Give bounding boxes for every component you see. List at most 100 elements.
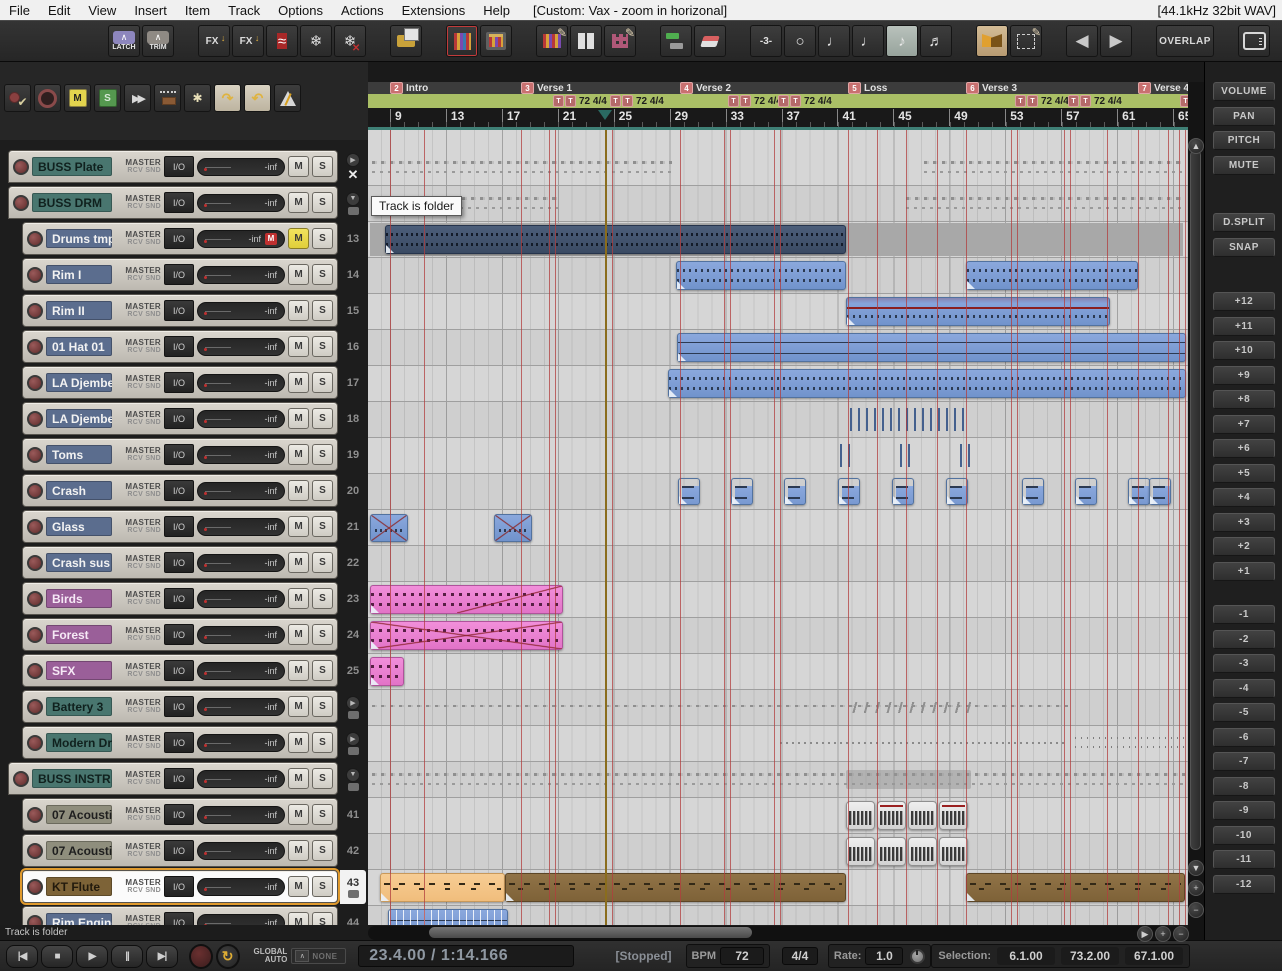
media-item[interactable] (370, 514, 408, 542)
tempo-marker[interactable]: TT72 4/4 (728, 95, 782, 107)
mute-button[interactable]: M (288, 840, 309, 861)
track-name[interactable]: Modern Drums (46, 733, 112, 752)
panel-button-d-split[interactable]: D.SPLIT (1213, 213, 1275, 232)
pitch-button--10[interactable]: -10 (1213, 825, 1275, 845)
pitch-button-+9[interactable]: +9 (1213, 365, 1275, 385)
panel-button-mute[interactable]: MUTE (1213, 155, 1275, 175)
io-button[interactable]: I/O (164, 768, 194, 789)
track-name[interactable]: Rim Engine (46, 913, 112, 925)
volume-fader[interactable]: -inf M (197, 229, 285, 248)
mute-button[interactable]: M (288, 480, 309, 501)
media-item[interactable] (668, 369, 1186, 398)
ruler[interactable]: 9 13 17 21 25 29 33 37 41 45 49 53 57 61 65 (368, 108, 1188, 127)
media-item[interactable] (494, 514, 532, 542)
volume-fader[interactable]: -inf (197, 553, 285, 572)
solo-button[interactable]: S (312, 624, 333, 645)
media-item[interactable] (731, 478, 753, 505)
marker-lane[interactable]: 2 Intro 3 Verse 1 4 Verse 2 5 Loss 6 Verse 3 7 Vers… (368, 82, 1188, 94)
item-overlap-button[interactable] (976, 25, 1008, 57)
record-arm-button[interactable] (27, 266, 43, 283)
media-item[interactable] (846, 769, 971, 790)
region-marker[interactable]: 7 Verse 4 (1138, 82, 1188, 94)
track-name[interactable]: Crash sus (46, 553, 112, 572)
track-row[interactable]: Glass MASTER RCV SND I/O -inf M S (22, 510, 338, 543)
record-arm-button[interactable] (27, 410, 43, 427)
tuplet-button[interactable]: -3- (750, 25, 782, 57)
playback-position-display[interactable]: 23.4.00 / 1:14.166 (358, 945, 574, 967)
media-item[interactable] (1022, 478, 1044, 505)
record-arm-button[interactable] (27, 446, 43, 463)
folder-expanded-icon[interactable] (346, 767, 360, 782)
media-item[interactable] (924, 153, 1182, 182)
io-button[interactable]: I/O (164, 408, 194, 429)
panel-button-pan[interactable]: PAN (1213, 106, 1275, 126)
pitch-button--6[interactable]: -6 (1213, 727, 1275, 747)
mute-button[interactable]: M (288, 156, 309, 177)
ripple-one-button[interactable]: ↷ (214, 84, 241, 112)
screen-button[interactable] (1238, 25, 1270, 57)
record-arm-button[interactable] (13, 158, 29, 175)
track-row[interactable]: Crash MASTER RCV SND I/O -inf M S (22, 474, 338, 507)
mute-button[interactable]: M (288, 876, 309, 897)
pitch-button-+3[interactable]: +3 (1213, 512, 1275, 532)
volume-fader[interactable]: -inf (197, 373, 285, 392)
media-item[interactable] (370, 585, 563, 614)
media-item[interactable] (677, 333, 1186, 362)
folder-collapsed-icon[interactable] (346, 152, 360, 167)
vertical-scrollbar[interactable] (1188, 82, 1204, 940)
volume-fader[interactable]: -inf (197, 913, 285, 925)
io-button[interactable]: I/O (164, 444, 194, 465)
rate-value[interactable]: 1.0 (865, 947, 904, 965)
solo-button[interactable]: S (312, 516, 333, 537)
io-button[interactable]: I/O (164, 336, 194, 357)
track-name[interactable]: Birds (46, 589, 112, 608)
io-button[interactable]: I/O (164, 876, 194, 897)
tempo-marker[interactable]: TT72 4/4 (1068, 95, 1122, 107)
track-name[interactable]: 07 Acoustic Rhythm V (46, 841, 112, 860)
io-button[interactable]: I/O (164, 912, 194, 925)
volume-fader[interactable]: -inf (197, 661, 285, 680)
tempo-marker[interactable]: TT72 4/4 (778, 95, 832, 107)
time-signature[interactable]: 4/4 (782, 947, 818, 965)
track-name[interactable]: BUSS Plate (32, 157, 112, 176)
track-name[interactable]: LA Djembe (46, 409, 112, 428)
media-item[interactable] (966, 873, 1185, 902)
horizontal-scrollbar[interactable] (368, 926, 1188, 940)
mute-button[interactable]: M (288, 444, 309, 465)
io-button[interactable]: I/O (164, 624, 194, 645)
track-row[interactable]: BUSS Plate MASTER RCV SND I/O -inf M S (8, 150, 338, 183)
selection-start[interactable]: 6.1.00 (997, 947, 1055, 965)
vertical-scrollbar-thumb[interactable] (1190, 150, 1201, 850)
rec-circle-button[interactable] (34, 84, 61, 112)
volume-fader[interactable]: -inf (197, 877, 285, 896)
solo-button[interactable]: S (312, 336, 333, 357)
record-arm-button[interactable] (13, 194, 29, 211)
scroll-right-button[interactable]: ▶ (1137, 926, 1153, 942)
track-name[interactable]: LA Djembe (46, 373, 112, 392)
volume-fader[interactable]: -inf (197, 517, 285, 536)
item-stripes-button[interactable] (446, 25, 478, 57)
io-button[interactable]: I/O (164, 660, 194, 681)
media-item[interactable] (678, 478, 700, 505)
pitch-button--11[interactable]: -11 (1213, 850, 1275, 869)
track-row[interactable]: Battery 3 MASTER RCV SND I/O -inf M S (22, 690, 338, 723)
latch-button[interactable]: LATCH (108, 25, 140, 57)
record-arm-button[interactable] (27, 518, 43, 535)
close-icon[interactable] (346, 168, 360, 182)
record-arm-button[interactable] (27, 878, 43, 895)
track-row[interactable]: LA Djembe MASTER RCV SND I/O -inf M S (22, 366, 338, 399)
pitch-button--3[interactable]: -3 (1213, 654, 1275, 673)
menu-edit[interactable]: Edit (39, 3, 79, 18)
io-button[interactable]: I/O (164, 372, 194, 393)
track-row[interactable]: Rim II MASTER RCV SND I/O -inf M S (22, 294, 338, 327)
folder-expanded-icon[interactable] (346, 191, 360, 206)
pitch-button--7[interactable]: -7 (1213, 752, 1275, 771)
note-half-button[interactable]: ♩ (818, 25, 850, 57)
automation-mode-selector[interactable]: ∧ NONE (291, 948, 347, 964)
paint-grid-button[interactable] (604, 25, 636, 57)
pitch-button--12[interactable]: -12 (1213, 874, 1275, 894)
bpm-value[interactable]: 72 (720, 947, 764, 965)
media-item[interactable] (846, 837, 875, 866)
volume-fader[interactable]: -inf (197, 733, 285, 752)
panel-button-snap[interactable]: SNAP (1213, 237, 1275, 257)
